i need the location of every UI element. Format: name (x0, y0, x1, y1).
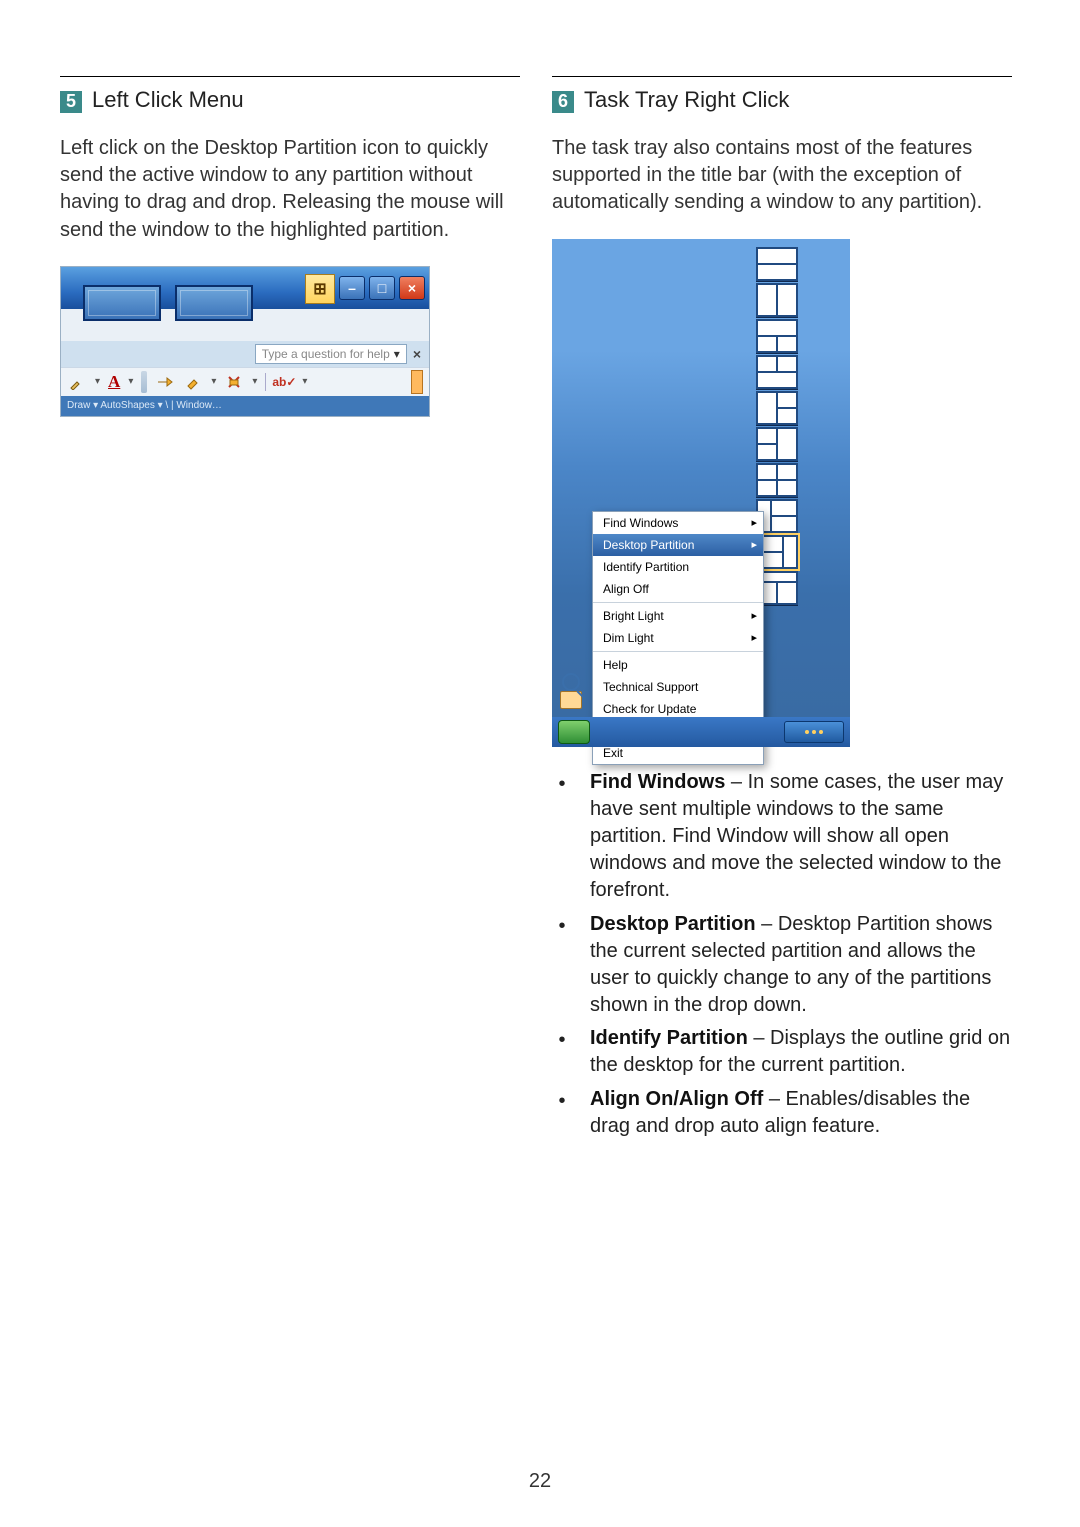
layout-icon[interactable] (756, 427, 798, 461)
section-number-badge: 5 (60, 91, 82, 113)
formatting-toolbar: ▾ A ▾ ▾ ▾ ab✓ ▾ (61, 367, 429, 396)
caret-icon[interactable]: ▾ (128, 376, 133, 387)
menu-item-align-off[interactable]: Align Off (593, 578, 763, 600)
menu-item-identify-partition[interactable]: Identify Partition (593, 556, 763, 578)
bullet-label: Desktop Partition (590, 913, 756, 935)
caret-icon[interactable]: ▾ (211, 376, 216, 387)
page-number: 22 (0, 1470, 1080, 1493)
section-title: Task Tray Right Click (584, 87, 789, 113)
font-color-icon[interactable]: A (108, 372, 120, 392)
menu-item-bright-light[interactable]: Bright Light (593, 605, 763, 627)
screenshot-left-click-menu: ⊞ – □ × Type a question for help ▾ × (60, 266, 430, 417)
layout-icon[interactable] (756, 283, 798, 317)
bullet-label: Align On/Align Off (590, 1088, 763, 1110)
spellcheck-icon[interactable]: ab✓ (274, 372, 294, 392)
toolbar-separator (141, 371, 147, 393)
help-placeholder: Type a question for help (262, 347, 390, 361)
screenshot-task-tray-menu: Find Windows Desktop Partition Identify … (552, 239, 850, 747)
layout-icon[interactable] (756, 319, 798, 353)
menu-item-help[interactable]: Help (593, 654, 763, 676)
minimize-button[interactable]: – (339, 276, 365, 300)
section-heading-right: 6 Task Tray Right Click (552, 87, 1012, 113)
section-heading-left: 5 Left Click Menu (60, 87, 520, 113)
taskbar (552, 717, 850, 747)
section-number-badge: 6 (552, 91, 574, 113)
caret-icon[interactable]: ▾ (252, 376, 257, 387)
search-icon[interactable] (562, 673, 580, 691)
tray-notification-area[interactable] (784, 721, 844, 743)
layout-icon[interactable] (756, 391, 798, 425)
layout-icon[interactable] (756, 463, 798, 497)
highlight-arrow-icon[interactable] (155, 372, 175, 392)
caret-icon[interactable]: ▾ (302, 376, 307, 387)
cancel-highlight-icon[interactable] (224, 372, 244, 392)
menu-item-technical-support[interactable]: Technical Support (593, 676, 763, 698)
layout-icon[interactable] (756, 247, 798, 281)
menu-item-desktop-partition[interactable]: Desktop Partition (593, 534, 763, 556)
section-title: Left Click Menu (92, 87, 244, 113)
dropdown-arrow-icon[interactable]: ▾ (394, 347, 400, 361)
toolbar-overflow-icon[interactable] (411, 370, 423, 394)
maximize-button[interactable]: □ (369, 276, 395, 300)
partition-previews[interactable] (75, 285, 253, 321)
brush-icon[interactable] (67, 372, 87, 392)
help-menubar: Type a question for help ▾ × (61, 341, 429, 367)
layout-icon[interactable] (756, 355, 798, 389)
close-button[interactable]: × (399, 276, 425, 300)
start-button[interactable] (558, 720, 590, 744)
help-search-box[interactable]: Type a question for help ▾ (255, 344, 407, 364)
section-body: Left click on the Desktop Partition icon… (60, 135, 520, 244)
section-body: The task tray also contains most of the … (552, 135, 1012, 217)
statusbar: Draw ▾ AutoShapes ▾ \ | Window… (61, 396, 429, 416)
close-help-icon[interactable]: × (413, 346, 421, 362)
menu-item-find-windows[interactable]: Find Windows (593, 512, 763, 534)
caret-icon[interactable]: ▾ (95, 376, 100, 387)
desktop-partition-icon[interactable]: ⊞ (305, 274, 335, 304)
bullet-label: Find Windows (590, 771, 725, 793)
feature-list: •Find Windows – In some cases, the user … (552, 769, 1012, 1140)
menu-item-dim-light[interactable]: Dim Light (593, 627, 763, 649)
bullet-label: Identify Partition (590, 1027, 748, 1049)
highlight-icon[interactable] (183, 372, 203, 392)
